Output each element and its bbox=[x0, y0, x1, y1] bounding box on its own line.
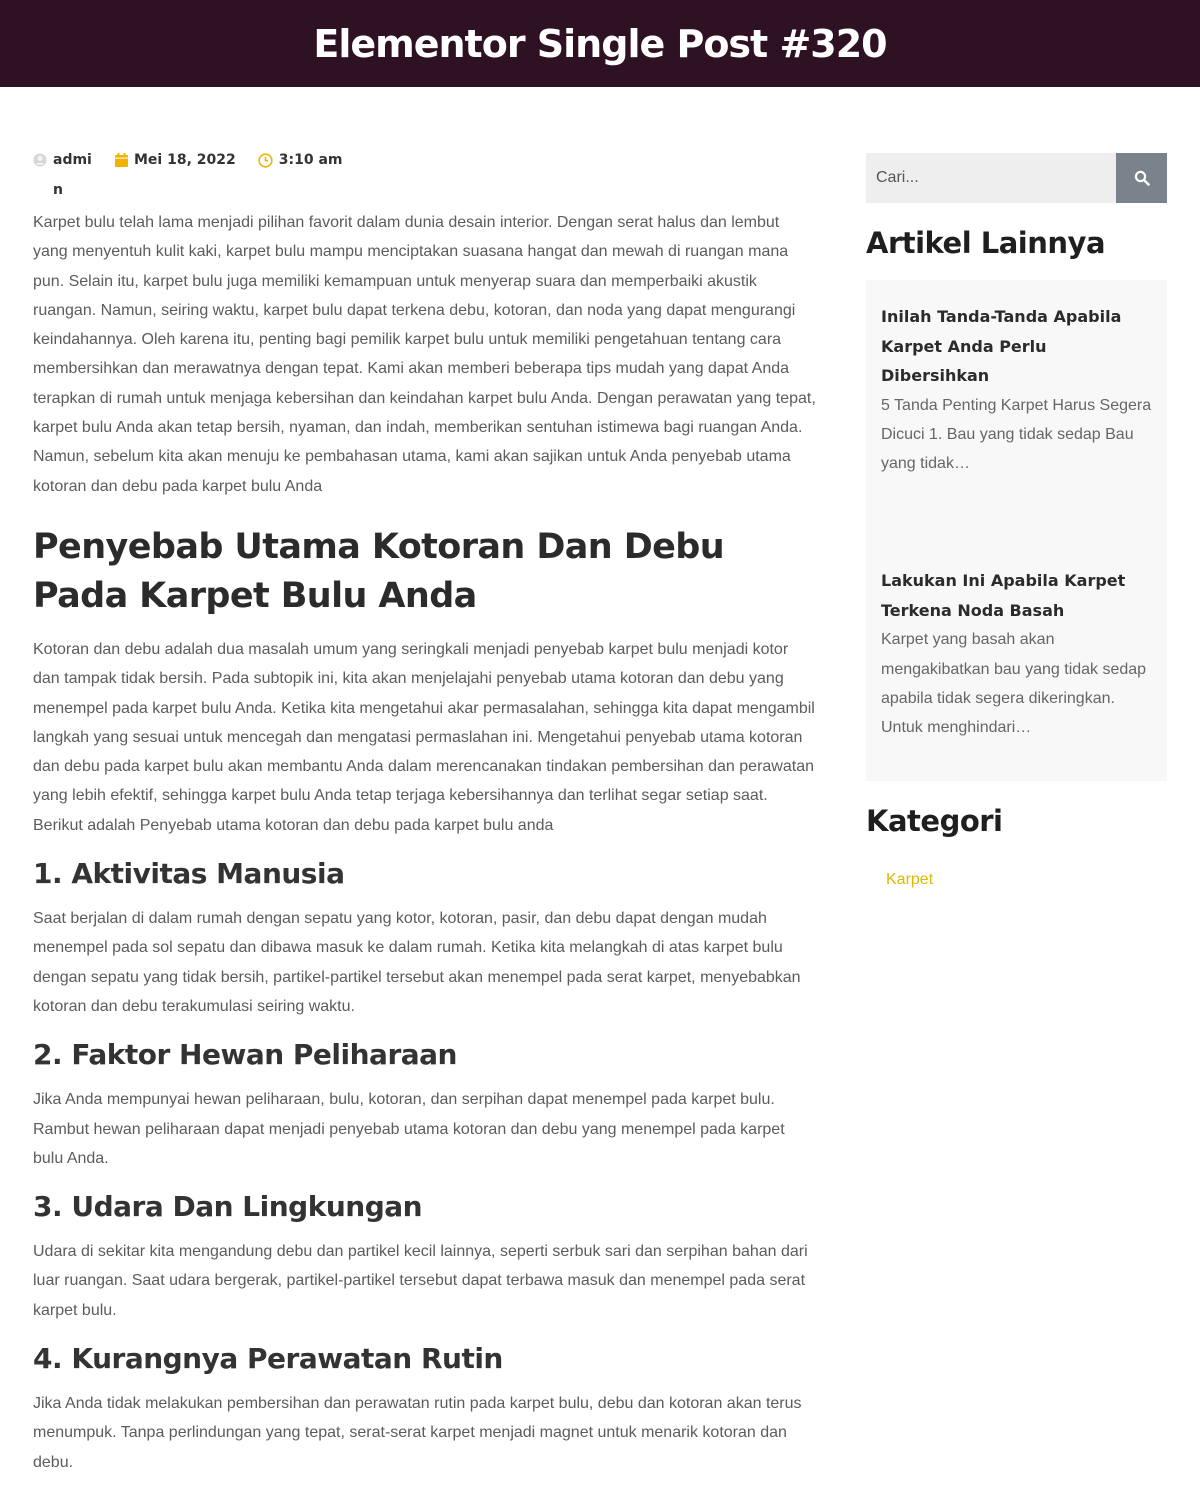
paragraph-udara: Udara di sekitar kita mengandung debu da… bbox=[33, 1243, 808, 1319]
post-link[interactable]: Inilah Tanda-Tanda Apabila Karpet Anda P… bbox=[881, 302, 1152, 391]
paragraph-perawatan: Jika Anda tidak melakukan pembersihan da… bbox=[33, 1395, 802, 1471]
meta-date[interactable]: Mei 18, 2022 bbox=[115, 152, 236, 168]
page-title: Elementor Single Post #320 bbox=[313, 21, 887, 66]
meta-time: 3:10 am bbox=[258, 152, 343, 168]
post-link[interactable]: Lakukan Ini Apabila Karpet Terkena Noda … bbox=[881, 566, 1152, 625]
avatar-icon bbox=[33, 153, 47, 167]
paragraph-aktivitas: Saat berjalan di dalam rumah dengan sepa… bbox=[33, 910, 801, 1015]
post-time: 3:10 am bbox=[278, 152, 343, 168]
author-name[interactable]: admin bbox=[53, 145, 93, 205]
post-excerpt: Karpet yang basah akan mengakibatkan bau… bbox=[881, 631, 1147, 737]
categories-title: Kategori bbox=[866, 804, 1003, 838]
section-heading: Penyebab Utama Kotoran Dan Debu Pada Kar… bbox=[33, 526, 725, 616]
heading-paragraph: Kotoran dan debu adalah dua masalah umum… bbox=[33, 640, 815, 834]
sidebar: Artikel Lainnya Inilah Tanda-Tanda Apabi… bbox=[866, 153, 1167, 889]
calendar-icon bbox=[115, 153, 128, 167]
subheading-aktivitas: 1. Aktivitas Manusia bbox=[33, 857, 345, 891]
other-articles-title: Artikel Lainnya bbox=[866, 226, 1106, 260]
other-articles-list: Inilah Tanda-Tanda Apabila Karpet Anda P… bbox=[866, 280, 1167, 781]
search-button[interactable] bbox=[1116, 153, 1167, 203]
subheading-hewan: 2. Faktor Hewan Peliharaan bbox=[33, 1038, 457, 1072]
site-header: Elementor Single Post #320 bbox=[0, 0, 1200, 87]
post-excerpt: 5 Tanda Penting Karpet Harus Segera Dicu… bbox=[881, 396, 1152, 473]
search-input[interactable] bbox=[866, 153, 1116, 203]
meta-author[interactable]: admin bbox=[33, 152, 93, 205]
post-meta: admin Mei 18, 2022 3:10 am bbox=[33, 152, 818, 208]
search-form bbox=[866, 153, 1167, 203]
list-item: Inilah Tanda-Tanda Apabila Karpet Anda P… bbox=[881, 302, 1152, 478]
paragraph-hewan: Jika Anda mempunyai hewan peliharaan, bu… bbox=[33, 1091, 785, 1167]
list-item: Lakukan Ini Apabila Karpet Terkena Noda … bbox=[881, 566, 1152, 742]
subheading-perawatan: 4. Kurangnya Perawatan Rutin bbox=[33, 1342, 503, 1376]
search-icon bbox=[1134, 170, 1150, 186]
subheading-udara: 3. Udara Dan Lingkungan bbox=[33, 1190, 423, 1224]
post-date[interactable]: Mei 18, 2022 bbox=[134, 152, 236, 168]
intro-paragraph: Karpet bulu telah lama menjadi pilihan f… bbox=[33, 214, 816, 495]
category-link-karpet[interactable]: Karpet bbox=[886, 871, 1167, 889]
clock-icon bbox=[258, 153, 273, 168]
post-content: admin Mei 18, 2022 3:10 am Karpet bulu t… bbox=[33, 152, 818, 1477]
